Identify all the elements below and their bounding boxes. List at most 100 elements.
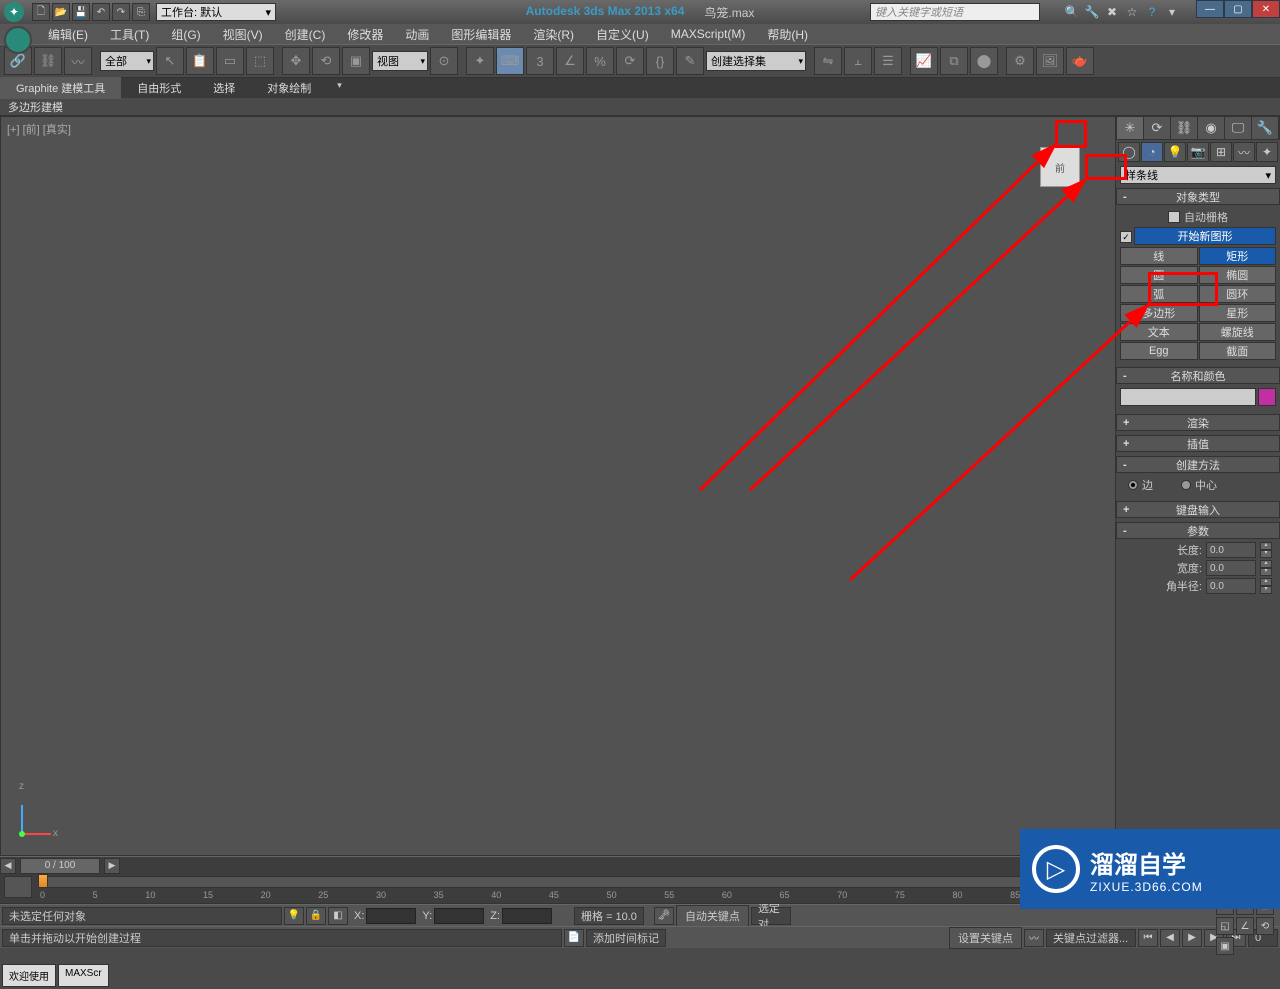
trackbar-toggle-icon[interactable] [4,876,32,898]
length-up-icon[interactable]: ▴ [1260,542,1272,550]
undo-icon[interactable]: ↶ [92,3,110,21]
object-color-swatch[interactable] [1258,388,1276,406]
helpers-icon[interactable]: ⊞ [1210,142,1232,162]
menu-modifiers[interactable]: 修改器 [337,24,393,45]
tab-graphite[interactable]: Graphite 建模工具 [0,77,121,99]
obj-ngon-button[interactable]: 多边形 [1120,304,1198,322]
application-menu-icon[interactable] [4,26,32,54]
corner-up-icon[interactable]: ▴ [1260,578,1272,586]
schematic-icon[interactable]: ⧉ [940,47,968,75]
trackbar-slider[interactable] [38,876,1080,888]
save-icon[interactable]: 💾 [72,3,90,21]
lock-icon[interactable]: 💡 [284,907,304,925]
spacewarps-icon[interactable]: 〰 [1233,142,1255,162]
rotate-icon[interactable]: ⟲ [312,47,340,75]
viewport[interactable]: [+] [前] [真实] 前 z x [0,116,1116,856]
corner-spinner[interactable]: 0.0 [1206,578,1256,594]
keyfilter-button[interactable]: 关键点过滤器... [1046,929,1136,947]
addtag-button[interactable]: 添加时间标记 [586,929,666,947]
dropdown-icon[interactable]: ▾ [1164,4,1180,20]
timeslider-left-icon[interactable]: ◀ [0,858,16,874]
systems-icon[interactable]: ✦ [1256,142,1278,162]
ribbon-collapse-icon[interactable]: ▾ [337,80,353,96]
obj-section-button[interactable]: 截面 [1199,342,1277,360]
render-frame-icon[interactable]: 🖼 [1036,47,1064,75]
cameras-icon[interactable]: 📷 [1187,142,1209,162]
menu-rendering[interactable]: 渲染(R) [523,24,584,45]
setkey-button[interactable]: 设置关键点 [949,927,1022,949]
workspace-dropdown[interactable]: 工作台: 默认 [156,3,276,21]
obj-egg-button[interactable]: Egg [1120,342,1198,360]
shapes-icon[interactable]: ◔ [1141,142,1163,162]
obj-text-button[interactable]: 文本 [1120,323,1198,341]
menu-grapheditor[interactable]: 图形编辑器 [441,24,521,45]
link-icon[interactable]: ⎘ [132,3,150,21]
menu-group[interactable]: 组(G) [161,24,210,45]
length-down-icon[interactable]: ▾ [1260,550,1272,558]
manipulate-icon[interactable]: ✦ [466,47,494,75]
select-icon[interactable]: ↖ [156,47,184,75]
refcoord-dropdown[interactable]: 视图 [372,51,428,71]
rollout-objecttype-header[interactable]: 对象类型 [1116,188,1280,205]
utilities-tab-icon[interactable]: 🔧 [1252,117,1279,139]
width-up-icon[interactable]: ▴ [1260,560,1272,568]
named-sel-icon[interactable]: {} [646,47,674,75]
maxtoggle-icon[interactable]: ▣ [1216,937,1234,955]
signin-icon[interactable]: 🔧 [1084,4,1100,20]
start-new-shape-button[interactable]: 开始新图形 [1134,227,1276,245]
isolate-icon[interactable]: ◧ [328,907,348,925]
rollout-render-header[interactable]: 渲染 [1116,414,1280,431]
corner-down-icon[interactable]: ▾ [1260,586,1272,594]
orbit-icon[interactable]: ⟲ [1256,917,1274,935]
y-input[interactable] [434,908,484,924]
spinner-snap-icon[interactable]: ⟳ [616,47,644,75]
select-rect-icon[interactable]: ▭ [216,47,244,75]
redo-icon[interactable]: ↷ [112,3,130,21]
play-icon[interactable]: ▶ [1182,929,1202,947]
open-icon[interactable]: 📂 [52,3,70,21]
startshape-checkbox[interactable] [1120,231,1132,243]
keymode-icon[interactable]: 〰 [1024,929,1044,947]
layers-icon[interactable]: ☰ [874,47,902,75]
pivot-icon[interactable]: ⊙ [430,47,458,75]
menu-animation[interactable]: 动画 [395,24,439,45]
menu-create[interactable]: 创建(C) [275,24,336,45]
selected-dropdown[interactable]: 选定对 [751,907,791,925]
modify-tab-icon[interactable]: ⟳ [1144,117,1171,139]
script-icon[interactable]: 📄 [564,929,584,947]
search-input[interactable]: 键入关键字或短语 [870,3,1040,21]
obj-ellipse-button[interactable]: 椭圆 [1199,266,1277,284]
menu-edit[interactable]: 编辑(E) [38,24,98,45]
obj-donut-button[interactable]: 圆环 [1199,285,1277,303]
object-name-input[interactable] [1120,388,1256,406]
length-spinner[interactable]: 0.0 [1206,542,1256,558]
obj-line-button[interactable]: 线 [1120,247,1198,265]
angle-snap-icon[interactable]: ∠ [556,47,584,75]
timeslider-frame[interactable]: 0 / 100 [20,858,100,874]
welcome-tab[interactable]: 欢迎使用 [2,964,56,987]
named-selset-dropdown[interactable]: 创建选择集 [706,51,806,71]
exchange-icon[interactable]: ✖ [1104,4,1120,20]
timeslider-right-icon[interactable]: ▶ [104,858,120,874]
width-down-icon[interactable]: ▾ [1260,568,1272,576]
select-window-icon[interactable]: ⬚ [246,47,274,75]
menu-views[interactable]: 视图(V) [213,24,273,45]
keyboard-shortcut-icon[interactable]: ⌨ [496,47,524,75]
favorite-icon[interactable]: ☆ [1124,4,1140,20]
render-icon[interactable]: 🫖 [1066,47,1094,75]
goto-start-icon[interactable]: ⏮ [1138,929,1158,947]
unlink-icon[interactable]: ⛓ [34,47,62,75]
category-dropdown[interactable]: 样条线 [1120,166,1276,184]
rollout-method-header[interactable]: 创建方法 [1116,456,1280,473]
named-sel-edit-icon[interactable]: ✎ [676,47,704,75]
obj-rectangle-button[interactable]: 矩形 [1199,247,1277,265]
trackbar-handle[interactable] [38,874,48,888]
mirror-icon[interactable]: ⇋ [814,47,842,75]
select-name-icon[interactable]: 📋 [186,47,214,75]
close-button[interactable]: ✕ [1252,0,1280,18]
bind-spacew-icon[interactable]: 〰 [64,47,92,75]
rollout-params-header[interactable]: 参数 [1116,522,1280,539]
snap-toggle-icon[interactable]: 3 [526,47,554,75]
scale-icon[interactable]: ▣ [342,47,370,75]
x-input[interactable] [366,908,416,924]
